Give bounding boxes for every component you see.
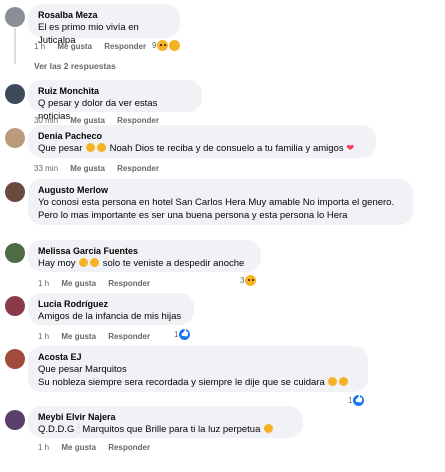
view-replies-link[interactable]: Ver las 2 respuestas: [34, 61, 116, 71]
comment-author[interactable]: Meybi Elvir Najera: [38, 411, 293, 423]
reaction-count: 9: [152, 41, 157, 50]
candle-emoji-icon: 🕯: [77, 424, 80, 435]
heart-emoji-icon: ❤: [346, 143, 355, 154]
comment-author[interactable]: Denia Pacheco: [38, 130, 366, 142]
comment-author[interactable]: Acosta EJ: [38, 351, 358, 363]
comment-actions: 1 h Me gusta Responder: [38, 279, 160, 288]
avatar[interactable]: [5, 349, 25, 369]
reply-button[interactable]: Responder: [108, 332, 150, 341]
reply-button[interactable]: Responder: [117, 164, 159, 173]
comment-text-part: Hay moy: [38, 258, 79, 269]
reply-button[interactable]: Responder: [108, 443, 150, 452]
comment-text-part: solo te veniste a despedir anoche: [102, 258, 245, 269]
comment-author[interactable]: Rosalba Meza: [38, 9, 170, 21]
like-button[interactable]: Me gusta: [61, 279, 96, 288]
reaction-summary[interactable]: 3: [240, 275, 257, 286]
comment-author[interactable]: Ruiz Monchita: [38, 85, 192, 97]
comment-time[interactable]: 1 h: [38, 443, 49, 452]
reply-button[interactable]: Responder: [104, 42, 146, 51]
comment-text: Yo conosi esta persona en hotel San Carl…: [38, 197, 395, 221]
comment-text-part: Que pesar: [38, 143, 85, 154]
comment-actions: 30 min Me gusta Responder: [34, 116, 169, 125]
comment-bubble: Ruiz Monchita Q pesar y dolor da ver est…: [28, 80, 202, 122]
comment-text-part: Marquitos que Brille para ti la luz perp…: [82, 424, 264, 435]
comment-time[interactable]: 30 min: [34, 116, 58, 125]
like-button[interactable]: Me gusta: [57, 42, 92, 51]
avatar[interactable]: [5, 410, 25, 430]
comment-bubble: Melissa Garcia Fuentes Hay moy solo te v…: [28, 240, 261, 272]
comment-actions: 1 h Me gusta Responder: [38, 443, 160, 452]
reaction-count: 1: [348, 396, 353, 405]
comment-time[interactable]: 1 h: [38, 279, 49, 288]
comment-text: Hay moy solo te veniste a despedir anoch…: [38, 257, 251, 270]
sad-reaction-icon: [245, 275, 257, 286]
comment-text: Que pesar Noah Dios te reciba y de consu…: [38, 142, 366, 155]
comment-text: Amigos de la infancia de mis hijas: [38, 311, 182, 322]
comment-actions: 33 min Me gusta Responder: [34, 164, 169, 173]
comment-actions: 1 h Me gusta Responder: [34, 42, 156, 51]
comment-bubble: Lucia Rodríguez Amigos de la infancia de…: [28, 293, 194, 325]
avatar[interactable]: [5, 84, 25, 104]
reaction-summary[interactable]: 1: [174, 329, 191, 340]
sad-emoji-icon: [97, 143, 106, 152]
comment-text: Q.D.D.G 🕯 Marquitos que Brille para ti l…: [38, 423, 293, 436]
like-button[interactable]: Me gusta: [61, 443, 96, 452]
sad-emoji-icon: [328, 377, 338, 386]
like-button[interactable]: Me gusta: [61, 332, 96, 341]
comment-bubble: Acosta EJ Que pesar Marquitos Su nobleza…: [28, 346, 368, 392]
sad-emoji-icon: [86, 143, 95, 152]
sad-emoji-icon: [264, 424, 274, 433]
comment-text-part: Noah Dios te reciba y de consuelo a tu f…: [109, 143, 347, 154]
comment-time[interactable]: 1 h: [38, 332, 49, 341]
comment-author[interactable]: Lucia Rodríguez: [38, 298, 184, 310]
avatar[interactable]: [5, 182, 25, 202]
comment-text-part: Que pesar Marquitos Su nobleza siempre s…: [38, 364, 325, 388]
avatar[interactable]: [5, 243, 25, 263]
reply-button[interactable]: Responder: [108, 279, 150, 288]
reaction-count: 1: [174, 330, 179, 339]
comment-text: Que pesar Marquitos Su nobleza siempre s…: [38, 363, 358, 389]
comment-bubble: Denia Pacheco Que pesar Noah Dios te rec…: [28, 125, 376, 158]
crying-emoji-icon: [90, 258, 100, 267]
sad-emoji-icon: [339, 377, 349, 386]
comment-actions: 1 h Me gusta Responder: [38, 332, 160, 341]
reaction-summary[interactable]: 9: [152, 40, 181, 51]
comment-bubble: Rosalba Meza El es primo mio vivía en Ju…: [28, 4, 180, 46]
comment-time[interactable]: 1 h: [34, 42, 45, 51]
thread-line: [14, 28, 16, 64]
like-button[interactable]: Me gusta: [70, 164, 105, 173]
like-reaction-icon: [179, 329, 191, 340]
crying-emoji-icon: [79, 258, 89, 267]
laugh-reaction-icon: [169, 40, 181, 51]
comment-text-part: Q.D.D.G: [38, 424, 78, 435]
avatar[interactable]: [5, 128, 25, 148]
reaction-count: 3: [240, 276, 245, 285]
comment-time[interactable]: 33 min: [34, 164, 58, 173]
like-button[interactable]: Me gusta: [70, 116, 105, 125]
comment-author[interactable]: Augusto Merlow: [38, 184, 403, 196]
like-reaction-icon: [353, 395, 365, 406]
sad-reaction-icon: [157, 40, 169, 51]
reply-button[interactable]: Responder: [117, 116, 159, 125]
avatar[interactable]: [5, 7, 25, 27]
comment-author[interactable]: Melissa Garcia Fuentes: [38, 245, 251, 257]
comment-bubble: Augusto Merlow Yo conosi esta persona en…: [28, 179, 413, 225]
comment-bubble: Meybi Elvir Najera Q.D.D.G 🕯 Marquitos q…: [28, 406, 303, 438]
avatar[interactable]: [5, 296, 25, 316]
reaction-summary[interactable]: 1: [348, 395, 365, 406]
